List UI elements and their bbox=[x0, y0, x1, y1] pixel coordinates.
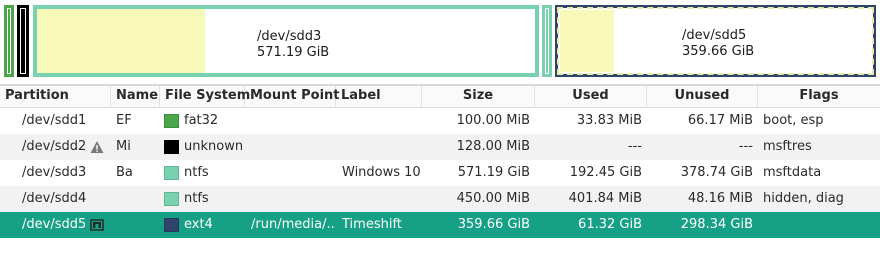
cell-unused: --- bbox=[738, 139, 753, 154]
warning-icon bbox=[90, 140, 104, 154]
filesystem-color-swatch bbox=[164, 140, 179, 154]
cell-label: Windows 10 bbox=[342, 165, 421, 180]
cell-mountpoint bbox=[251, 108, 335, 134]
cell-unused: 48.16 MiB bbox=[687, 191, 753, 206]
cell-size: 128.00 MiB bbox=[456, 139, 530, 154]
table-row[interactable]: /dev/sdd5 ext4/run/media/... Timeshift 359.… bbox=[0, 212, 880, 238]
partition-block-name: /dev/sdd5 bbox=[682, 28, 747, 43]
cell-size: 100.00 MiB bbox=[456, 113, 530, 128]
cell-mountpoint: /run/media/... bbox=[251, 217, 335, 232]
cell-filesystem: ntfs bbox=[184, 191, 209, 206]
cell-flags: boot, esp bbox=[763, 113, 824, 128]
used-space-bar bbox=[546, 9, 548, 73]
cell-size: 571.19 GiB bbox=[457, 165, 530, 180]
cell-filesystem: ext4 bbox=[184, 217, 213, 232]
column-header-mountpoint[interactable]: Mount Point bbox=[245, 86, 340, 108]
cell-label bbox=[342, 186, 422, 212]
column-header-flags[interactable]: Flags bbox=[758, 86, 880, 108]
cell-unused: 66.17 MiB bbox=[687, 113, 753, 128]
cell-filesystem: fat32 bbox=[184, 113, 219, 128]
cell-used: 401.84 MiB bbox=[568, 191, 642, 206]
cell-unused: 378.74 GiB bbox=[680, 165, 753, 180]
filesystem-color-swatch bbox=[164, 114, 179, 128]
partition-block-sdd5[interactable]: /dev/sdd5 359.66 GiB bbox=[555, 5, 876, 77]
cell-partition: /dev/sdd1 bbox=[22, 113, 87, 128]
column-header-unused[interactable]: Unused bbox=[647, 86, 758, 108]
cell-name: EF bbox=[116, 113, 132, 128]
cell-filesystem: unknown bbox=[184, 139, 244, 154]
cell-partition: /dev/sdd4 bbox=[22, 191, 87, 206]
cell-mountpoint bbox=[251, 134, 335, 160]
table-row[interactable]: /dev/sdd2 Mi unknown 128.00 MiB --- --- msftre… bbox=[0, 134, 880, 160]
column-header-size[interactable]: Size bbox=[422, 86, 535, 108]
cell-name bbox=[116, 212, 156, 238]
cell-size: 450.00 MiB bbox=[456, 191, 530, 206]
column-header-label[interactable]: Label bbox=[336, 86, 422, 108]
column-header-filesystem[interactable]: File System bbox=[160, 86, 250, 108]
cell-mountpoint bbox=[251, 160, 335, 186]
cell-used: 192.45 GiB bbox=[569, 165, 642, 180]
column-header-name[interactable]: Name bbox=[111, 86, 160, 108]
cell-flags: hidden, diag bbox=[763, 191, 844, 206]
cell-size: 359.66 GiB bbox=[457, 217, 530, 232]
partition-block-sdd1[interactable] bbox=[4, 5, 14, 77]
partition-block-sdd3[interactable]: /dev/sdd3 571.19 GiB bbox=[33, 5, 539, 77]
cell-flags: msftdata bbox=[763, 165, 822, 180]
cell-flags bbox=[763, 212, 880, 238]
partition-block-sdd4[interactable] bbox=[542, 5, 552, 77]
filesystem-color-swatch bbox=[164, 218, 179, 232]
partition-block-label: /dev/sdd3 571.19 GiB bbox=[257, 29, 329, 61]
cell-name bbox=[116, 186, 156, 212]
lock-icon bbox=[90, 218, 104, 232]
cell-filesystem: ntfs bbox=[184, 165, 209, 180]
table-row[interactable]: /dev/sdd1 EF fat32 100.00 MiB 33.83 MiB 66.17… bbox=[0, 108, 880, 134]
cell-label bbox=[342, 134, 422, 160]
cell-used: 61.32 GiB bbox=[578, 217, 642, 232]
used-space-bar bbox=[560, 10, 614, 72]
partition-block-name: /dev/sdd3 bbox=[257, 29, 322, 44]
column-header-used[interactable]: Used bbox=[535, 86, 647, 108]
cell-flags: msftres bbox=[763, 139, 812, 154]
cell-label bbox=[342, 108, 422, 134]
used-space-bar bbox=[21, 9, 25, 73]
table-row[interactable]: /dev/sdd3 Ba ntfs Windows 10 571.19 GiB 192.4… bbox=[0, 160, 880, 186]
partition-block-sdd2[interactable] bbox=[17, 5, 29, 77]
cell-partition: /dev/sdd3 bbox=[22, 165, 87, 180]
cell-mountpoint bbox=[251, 186, 335, 212]
partition-table: Partition Name File System Mount Point L… bbox=[0, 86, 880, 268]
used-space-bar bbox=[37, 9, 205, 73]
partition-block-size: 571.19 GiB bbox=[257, 45, 330, 60]
used-space-bar bbox=[8, 9, 10, 73]
cell-name: Mi bbox=[116, 139, 131, 154]
cell-label: Timeshift bbox=[342, 217, 402, 232]
disk-partition-map: /dev/sdd3 571.19 GiB /dev/sdd5 359.66 Gi… bbox=[0, 0, 880, 84]
filesystem-color-swatch bbox=[164, 192, 179, 206]
cell-name: Ba bbox=[116, 165, 133, 180]
cell-used: 33.83 MiB bbox=[576, 113, 642, 128]
table-header: Partition Name File System Mount Point L… bbox=[0, 86, 880, 108]
table-row[interactable]: /dev/sdd4 ntfs 450.00 MiB 401.84 MiB 48.16 M… bbox=[0, 186, 880, 212]
partition-block-size: 359.66 GiB bbox=[682, 44, 755, 59]
filesystem-color-swatch bbox=[164, 166, 179, 180]
column-header-partition[interactable]: Partition bbox=[0, 86, 111, 108]
partition-block-label: /dev/sdd5 359.66 GiB bbox=[682, 28, 754, 60]
cell-unused: 298.34 GiB bbox=[680, 217, 753, 232]
cell-used: --- bbox=[627, 139, 642, 154]
